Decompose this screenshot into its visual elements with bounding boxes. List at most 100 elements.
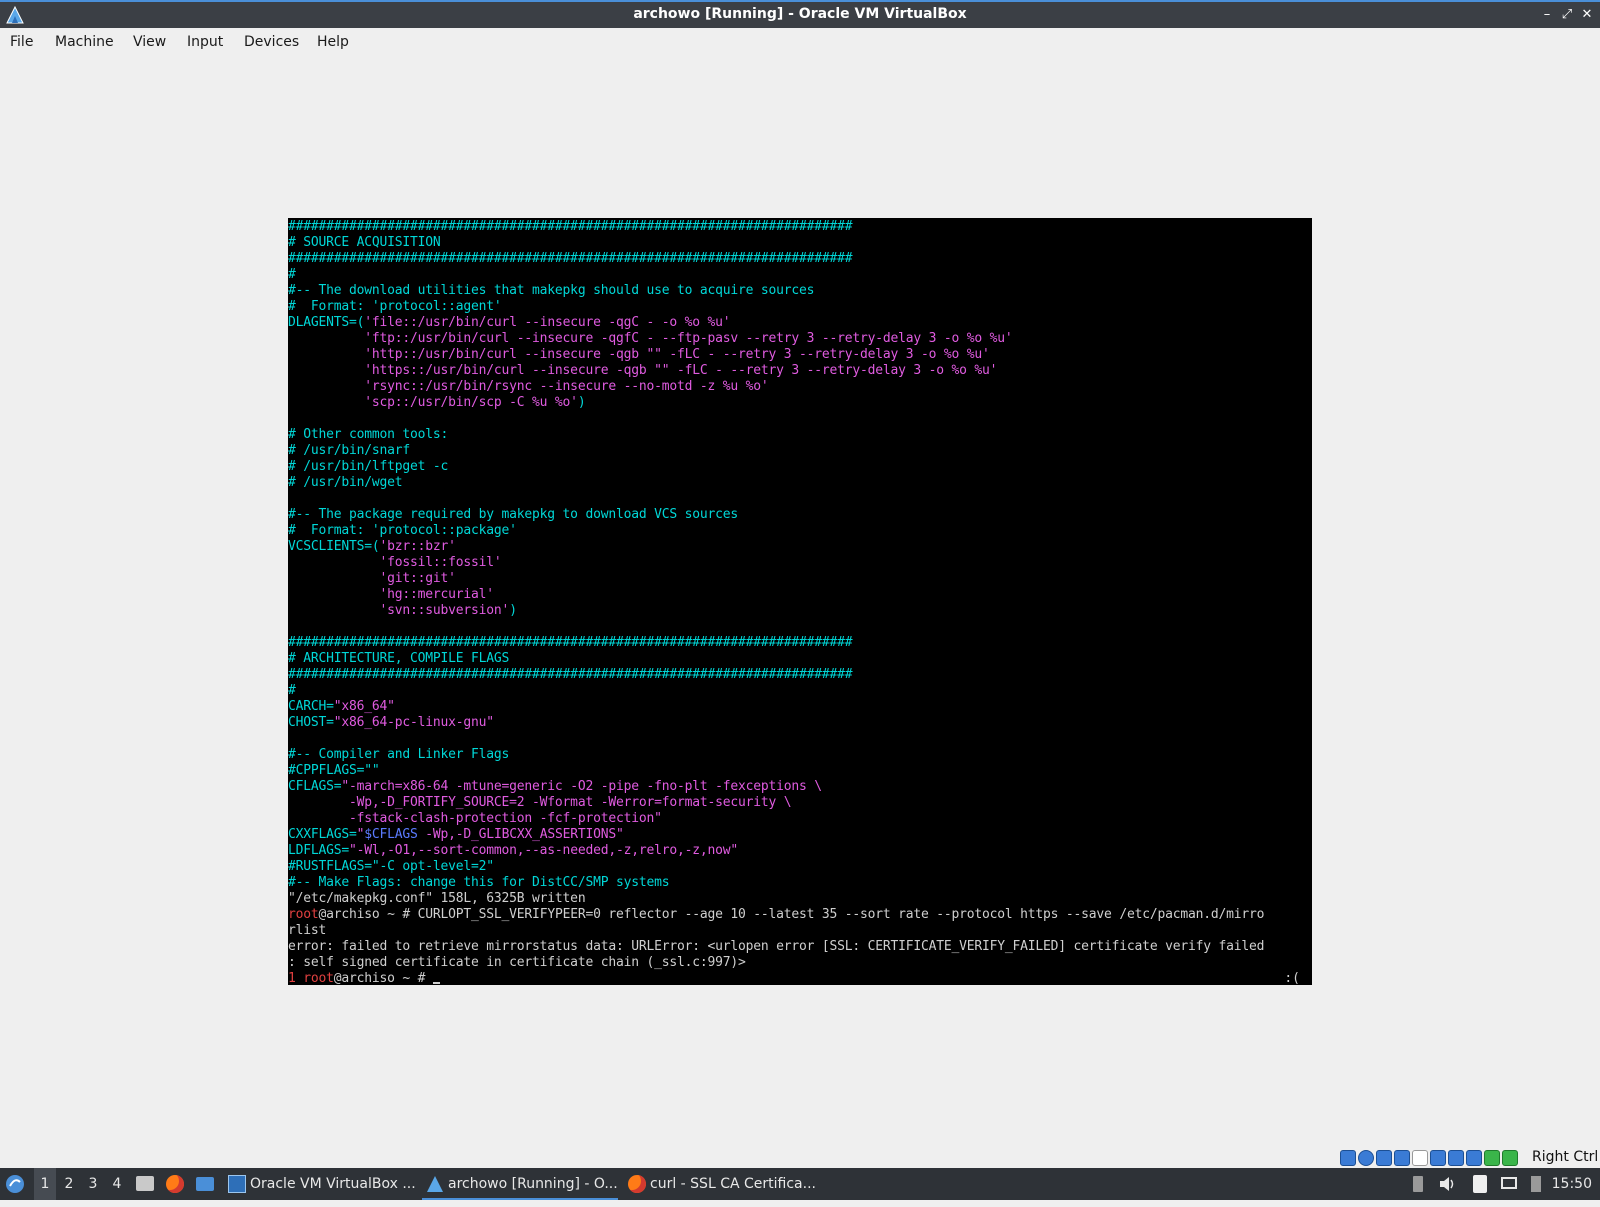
terminal-line: # /usr/bin/snarf [288,443,1264,459]
terminal-line: # /usr/bin/wget [288,475,1264,491]
firefox-launcher[interactable] [164,1168,186,1200]
recording-icon[interactable] [1466,1150,1482,1166]
terminal-line: 1 root@archiso ~ # [288,971,1264,985]
terminal-line: CXXFLAGS="$CFLAGS -Wp,-D_GLIBCXX_ASSERTI… [288,827,1264,843]
terminal-line: DLAGENTS=('file::/usr/bin/curl --insecur… [288,315,1264,331]
terminal-text-segment: VCSCLIENTS=( [288,539,380,554]
menu-help[interactable]: Help [317,34,349,50]
tray-display[interactable] [1500,1168,1520,1200]
terminal-line: #-- Make Flags: change this for DistCC/S… [288,875,1264,891]
taskbar: 1 2 3 4 Oracle VM VirtualBox ... archowo… [0,1168,1600,1200]
terminal-line: 'ftp::/usr/bin/curl --insecure -qgfC - -… [288,331,1264,347]
workspace-1[interactable]: 1 [34,1168,56,1200]
display-icon[interactable] [1448,1150,1464,1166]
window-titlebar[interactable]: archowo [Running] - Oracle VM VirtualBox… [0,0,1600,28]
terminal-text-segment: # ARCHITECTURE, COMPILE FLAGS [288,651,510,666]
terminal-text-segment: 'rsync::/usr/bin/rsync --insecure --no-m… [288,379,769,394]
workspace-3[interactable]: 3 [82,1168,104,1200]
terminal-text-segment: 'http::/usr/bin/curl --insecure -qgb "" … [288,347,990,362]
terminal-line: 'http::/usr/bin/curl --insecure -qgb "" … [288,347,1264,363]
menu-input[interactable]: Input [187,34,223,50]
menu-machine[interactable]: Machine [55,34,114,50]
firefox-icon [166,1175,184,1193]
exit-status-face: :( [1284,971,1300,985]
terminal-text-segment: 'git::git' [288,571,456,586]
clock[interactable]: 15:50 [1552,1168,1592,1200]
maximize-button[interactable]: ⤢ [1558,6,1576,24]
battery-icon [1413,1176,1423,1192]
terminal-line: root@archiso ~ # CURLOPT_SSL_VERIFYPEER=… [288,907,1264,923]
menu-file[interactable]: File [10,34,33,50]
terminal-line: 'svn::subversion') [288,603,1264,619]
vm-guest-screen[interactable]: ########################################… [288,218,1312,985]
task-virtualbox-manager[interactable]: Oracle VM VirtualBox ... [224,1168,440,1200]
network-icon[interactable] [1394,1150,1410,1166]
desktop-icon [196,1177,214,1191]
host-key-label: Right Ctrl [1532,1149,1599,1165]
terminal-text-segment: #-- The download utilities that makepkg … [288,283,815,298]
terminal-line: 'scp::/usr/bin/scp -C %u %o') [288,395,1264,411]
minimize-button[interactable]: – [1538,6,1556,24]
terminal-text-segment: # [288,683,296,698]
file-manager-launcher[interactable] [134,1168,156,1200]
workspace-2[interactable]: 2 [58,1168,80,1200]
clipboard-icon [1473,1175,1487,1193]
terminal-line: ########################################… [288,219,1264,235]
close-button[interactable]: ✕ [1578,6,1596,24]
terminal-line: # SOURCE ACQUISITION [288,235,1264,251]
speaker-icon [1440,1177,1454,1191]
terminal-text-segment: # Other common tools: [288,427,449,442]
tray-network[interactable] [1528,1168,1544,1200]
workspace-4[interactable]: 4 [106,1168,128,1200]
task-archowo-vm[interactable]: archowo [Running] - O... [422,1168,618,1200]
start-menu-icon [6,1175,24,1193]
terminal-text-segment: "/etc/makepkg.conf" 158L, 6325B written [288,891,586,906]
tray-clipboard[interactable] [1470,1168,1490,1200]
terminal-text-segment: 'ftp::/usr/bin/curl --insecure -qgfC - -… [288,331,1013,346]
terminal-text-segment: rlist [288,923,327,938]
terminal-line: #-- Compiler and Linker Flags [288,747,1264,763]
terminal-line: ########################################… [288,251,1264,267]
terminal-text-segment: -Wp,-D_FORTIFY_SOURCE=2 -Wformat -Werror… [288,795,792,810]
tray-battery[interactable] [1408,1168,1428,1200]
terminal-text-segment: "x86_64-pc-linux-gnu" [333,715,494,730]
task-label: archowo [Running] - O... [448,1176,618,1192]
terminal-line: 'fossil::fossil' [288,555,1264,571]
network-tray-icon [1531,1176,1541,1192]
vm-status-bar: Right Ctrl [1340,1148,1600,1168]
tray-volume[interactable] [1438,1168,1458,1200]
shared-folders-icon[interactable] [1430,1150,1446,1166]
terminal-line: #CPPFLAGS="" [288,763,1264,779]
folder-icon [136,1176,154,1191]
cpu-activity-icon[interactable] [1484,1150,1500,1166]
terminal-text-segment: CHOST= [288,715,334,730]
desktop-launcher[interactable] [194,1168,216,1200]
mouse-integration-icon[interactable] [1502,1150,1518,1166]
task-label: Oracle VM VirtualBox ... [250,1176,416,1192]
hard-disk-icon[interactable] [1340,1150,1356,1166]
terminal-text-segment: 'file::/usr/bin/curl --insecure -qgC - -… [364,315,731,330]
terminal-text-segment: CXXFLAGS= [288,827,357,842]
terminal-output: ########################################… [288,219,1264,985]
window-title: archowo [Running] - Oracle VM VirtualBox [633,6,967,22]
terminal-line: -fstack-clash-protection -fcf-protection… [288,811,1264,827]
terminal-text-segment: error: failed to retrieve mirrorstatus d… [288,939,1265,954]
optical-drive-icon[interactable] [1358,1150,1374,1166]
terminal-text-segment: root [288,907,319,922]
menu-view[interactable]: View [133,34,166,50]
terminal-line: #-- The download utilities that makepkg … [288,283,1264,299]
terminal-line: 'rsync::/usr/bin/rsync --insecure --no-m… [288,379,1264,395]
usb-icon[interactable] [1412,1150,1428,1166]
monitor-icon [1501,1177,1517,1189]
terminal-text-segment: CFLAGS= [288,779,342,794]
terminal-line: #-- The package required by makepkg to d… [288,507,1264,523]
terminal-line: rlist [288,923,1264,939]
audio-icon[interactable] [1376,1150,1392,1166]
terminal-line: LDFLAGS="-Wl,-O1,--sort-common,--as-need… [288,843,1264,859]
start-menu-button[interactable] [4,1168,30,1200]
task-firefox-curl[interactable]: curl - SSL CA Certifica... [624,1168,850,1200]
terminal-text-segment: # /usr/bin/snarf [288,443,411,458]
terminal-text-segment: # Format: 'protocol::package' [288,523,517,538]
menu-devices[interactable]: Devices [244,34,299,50]
